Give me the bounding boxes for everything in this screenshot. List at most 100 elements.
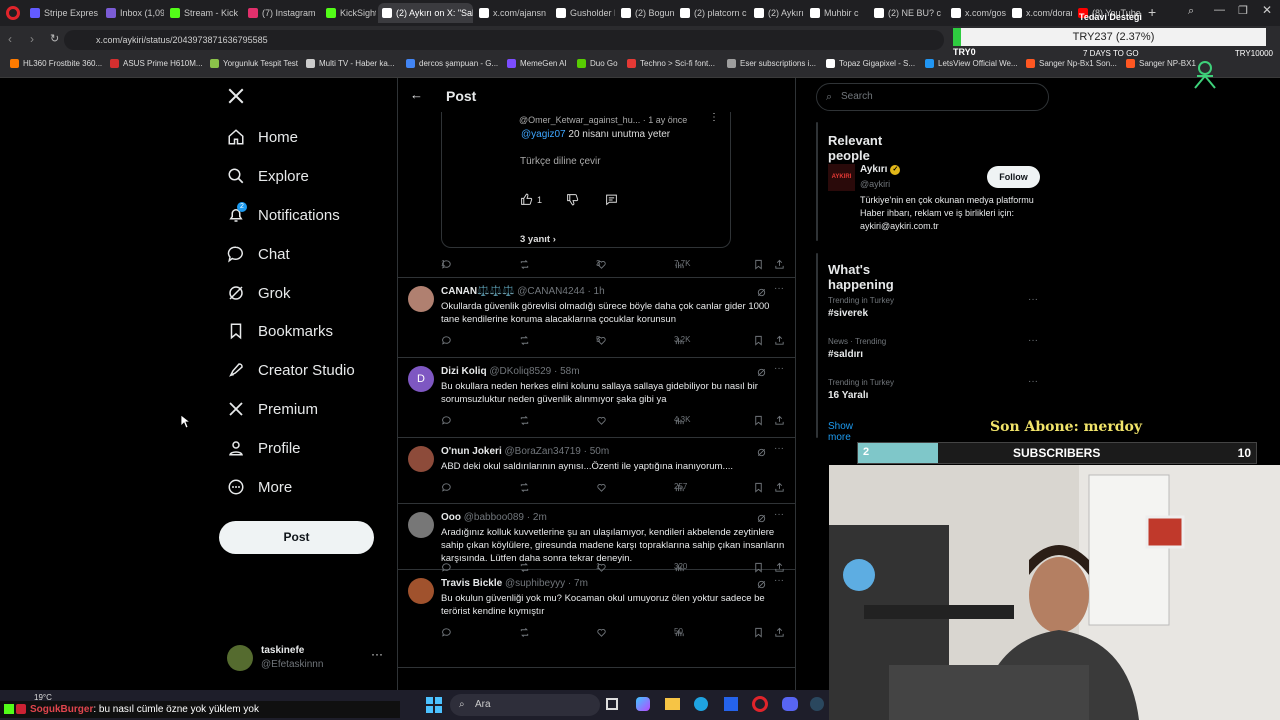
person-name-line[interactable]: Aykırı ✓ (860, 164, 901, 175)
store-icon[interactable] (724, 697, 738, 711)
browser-tab[interactable]: Stripe Expres (26, 3, 100, 23)
share-action[interactable] (774, 335, 788, 346)
share-action[interactable] (774, 482, 788, 493)
tweet[interactable]: CANAN⚖️⚖️⚖️ @CANAN4244 · 1h ··· Okullarda … (398, 278, 795, 358)
retweet-action[interactable] (519, 415, 533, 426)
sidebar-item-premium[interactable]: Premium (227, 400, 318, 418)
taskview-icon[interactable] (606, 698, 618, 710)
quoted-mention[interactable]: @yagiz07 (521, 129, 566, 140)
sidebar-item-chat[interactable]: Chat (227, 245, 290, 263)
url-input[interactable]: x.com/aykiri/status/2043973871636795585 (64, 30, 944, 50)
bookmark-item[interactable]: Techno > Sci-fi font... (627, 59, 715, 68)
heart-action[interactable]: 3 (596, 259, 610, 270)
reply-action[interactable] (441, 482, 455, 493)
grok-explain-icon[interactable] (756, 579, 767, 590)
edge-icon[interactable] (694, 697, 708, 711)
bookmark-item[interactable]: HL360 Frostbite 360... (10, 59, 102, 68)
maximize-button[interactable]: ❐ (1238, 4, 1248, 17)
bookmark-action[interactable] (753, 259, 767, 270)
bookmark-item[interactable]: Multi TV - Haber ka... (306, 59, 394, 68)
post-button[interactable]: Post (219, 521, 374, 554)
search-tabs-icon[interactable]: ⌕ (1188, 5, 1194, 18)
grok-explain-icon[interactable] (756, 513, 767, 524)
bookmark-action[interactable] (753, 415, 767, 426)
browser-tab[interactable]: x.com/ajansn (475, 3, 550, 23)
bookmark-item[interactable]: ASUS Prime H610M... (110, 59, 203, 68)
quoted-card[interactable]: @Omer_Ketwar_against_hu... · 1 ay önce ⋮… (441, 112, 731, 248)
taskbar-search[interactable]: ⌕ Ara (450, 694, 600, 716)
reply-action[interactable] (441, 627, 455, 638)
heart-action[interactable]: 5 (596, 335, 610, 346)
avatar[interactable] (408, 286, 434, 312)
bookmark-item[interactable]: Sanger Np-Bx1 Son... (1026, 59, 1117, 68)
search-input[interactable]: ⌕ Search (816, 83, 1049, 111)
quoted-menu-icon[interactable]: ⋮ (709, 112, 719, 123)
heart-action[interactable] (596, 627, 610, 638)
tweet[interactable]: D Dizi Koliq @DKoliq8529 · 58m ··· Bu okull… (398, 358, 795, 438)
tweet-more-icon[interactable]: ··· (774, 363, 784, 374)
new-tab-button[interactable]: + (1148, 4, 1156, 20)
bookmark-item[interactable]: Eser subscriptions i... (727, 59, 816, 68)
trend-item[interactable]: News · Trending #saldırı ··· (828, 335, 1038, 360)
browser-logo-icon[interactable] (6, 6, 20, 20)
views-action[interactable]: 50 (674, 627, 688, 638)
browser-tab[interactable]: (2) Aykırı on (750, 3, 804, 23)
browser-tab[interactable]: (2) platcorn c (676, 3, 748, 23)
tweet[interactable]: O'nun Jokeri @BoraZan34719 · 50m ··· ABD d… (398, 438, 795, 504)
quoted-like[interactable]: 1 (520, 193, 542, 206)
thumb-down-icon[interactable] (566, 193, 579, 211)
sidebar-item-grok[interactable]: Grok (227, 284, 291, 302)
tweet-more-icon[interactable]: ··· (774, 575, 784, 586)
tweet-author[interactable]: CANAN⚖️⚖️⚖️ (441, 286, 514, 297)
tweet-author[interactable]: Ooo (441, 512, 461, 523)
browser-tab[interactable]: (7) Instagram (244, 3, 320, 23)
sidebar-item-profile[interactable]: Profile (227, 439, 301, 457)
share-action[interactable] (774, 415, 788, 426)
follow-button[interactable]: Follow (987, 166, 1040, 188)
trend-item[interactable]: Trending in Turkey 16 Yaralı ··· (828, 376, 1038, 401)
browser-tab[interactable]: Stream - Kick (166, 3, 242, 23)
show-more-link[interactable]: Show more (828, 421, 853, 443)
bookmark-item[interactable]: LetsView Official We... (925, 59, 1018, 68)
views-action[interactable]: 3.2K (674, 335, 690, 346)
close-button[interactable]: ✕ (1262, 3, 1272, 17)
tweet-more-icon[interactable]: ··· (774, 509, 784, 520)
avatar[interactable] (408, 512, 434, 538)
browser-tab[interactable]: Gusholder H (552, 3, 615, 23)
tweet-more-icon[interactable]: ··· (774, 283, 784, 294)
sidebar-item-explore[interactable]: Explore (227, 167, 309, 185)
sidebar-item-bookmarks[interactable]: Bookmarks (227, 322, 333, 340)
browser-tab[interactable]: x.com/doran (1008, 3, 1072, 23)
browser-tab[interactable]: (2) Aykırı on X: "Saldı (378, 3, 473, 23)
trend-item[interactable]: Trending in Turkey #siverek ··· (828, 294, 1038, 319)
translate-link[interactable]: Türkçe diline çevir (520, 156, 601, 167)
avatar[interactable] (408, 446, 434, 472)
reload-icon[interactable]: ↻ (50, 32, 59, 45)
heart-action[interactable] (596, 482, 610, 493)
bookmark-action[interactable] (753, 627, 767, 638)
minimize-button[interactable]: — (1214, 4, 1225, 16)
comment-icon[interactable] (605, 193, 618, 211)
browser-tab[interactable]: (2) Boguna T (617, 3, 674, 23)
bookmark-item[interactable]: Duo Go (577, 59, 618, 68)
bookmark-item[interactable]: MemeGen AI (507, 59, 567, 68)
share-action[interactable] (774, 259, 788, 270)
views-action[interactable]: 4.3K (674, 415, 690, 426)
back-arrow-icon[interactable]: ← (410, 87, 423, 102)
tweet-author[interactable]: O'nun Jokeri (441, 446, 502, 457)
reply-action[interactable] (441, 415, 455, 426)
reply-action[interactable] (441, 335, 455, 346)
browser-tab[interactable]: (2) NE BU? c (870, 3, 945, 23)
retweet-action[interactable] (519, 482, 533, 493)
views-action[interactable]: 7.7K (674, 259, 690, 270)
sidebar-item-creator-studio[interactable]: Creator Studio (227, 361, 355, 379)
grok-explain-icon[interactable] (756, 447, 767, 458)
sidebar-item-home[interactable]: Home (227, 128, 298, 146)
trend-more-icon[interactable]: ··· (1028, 335, 1038, 346)
bookmark-item[interactable]: Topaz Gigapixel - S... (826, 59, 915, 68)
file-explorer-icon[interactable] (665, 698, 680, 710)
browser-tab[interactable]: x.com/gossip (947, 3, 1006, 23)
browser-tab[interactable]: KickSight Lin (322, 3, 376, 23)
replies-link[interactable]: 3 yanıt › (520, 234, 556, 245)
tweet-author[interactable]: Dizi Koliq (441, 366, 487, 377)
